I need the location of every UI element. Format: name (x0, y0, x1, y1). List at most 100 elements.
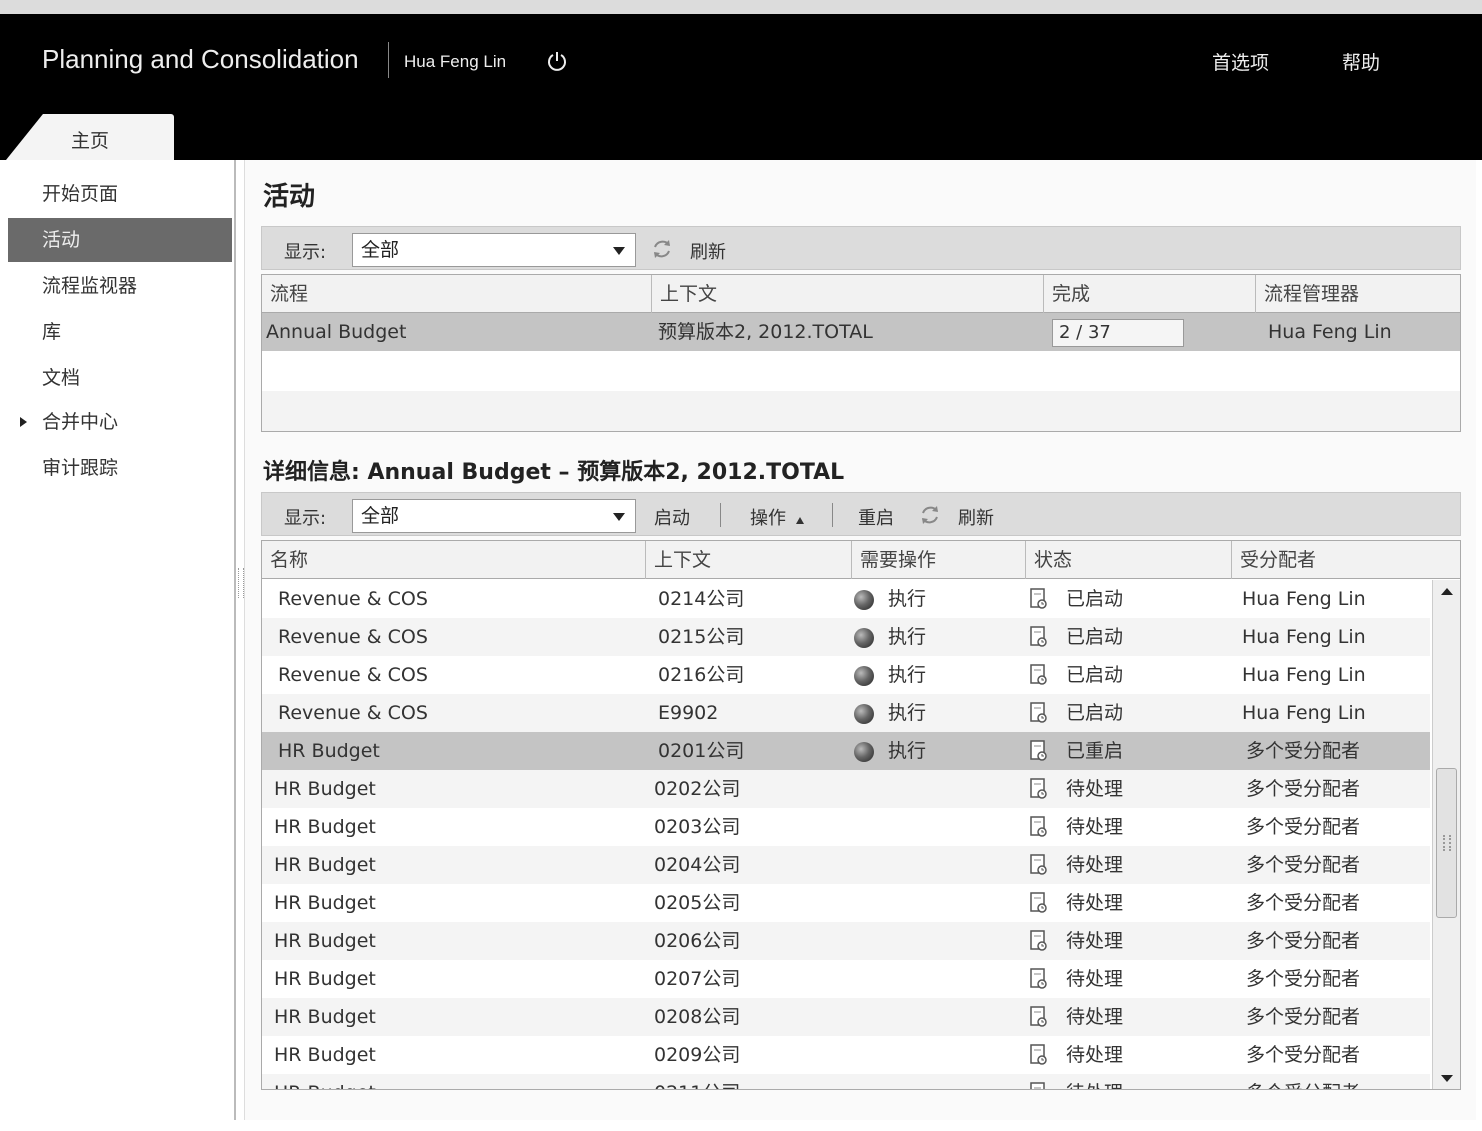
sidebar-item-label: 流程监视器 (42, 275, 138, 297)
required-action-link[interactable]: 执行 (888, 694, 926, 732)
document-status-icon (1030, 816, 1048, 838)
required-action-link[interactable]: 执行 (888, 580, 926, 618)
action-ball-icon (854, 666, 874, 686)
table-row[interactable]: HR Budget 0209公司 待处理 多个受分配者 (262, 1036, 1430, 1074)
column-header-process[interactable]: 流程 (262, 275, 652, 313)
sidebar-item-documents[interactable]: 文档 (8, 356, 232, 400)
help-link[interactable]: 帮助 (1342, 48, 1380, 75)
task-context: 0214公司 (658, 588, 745, 610)
table-row[interactable]: HR Budget 0204公司 待处理 多个受分配者 (262, 846, 1430, 884)
window-bottom-strip (0, 1120, 1482, 1131)
task-context: 0215公司 (658, 626, 745, 648)
refresh-icon[interactable] (918, 503, 942, 527)
refresh-button[interactable]: 刷新 (690, 238, 726, 264)
required-action-link[interactable]: 执行 (888, 656, 926, 694)
scroll-up-icon[interactable] (1441, 588, 1453, 595)
details-title: 详细信息: Annual Budget – 预算版本2, 2012.TOTAL (263, 460, 845, 485)
table-row[interactable]: Revenue & COS E9902 执行 已启动 Hua Feng Lin (262, 694, 1430, 732)
task-context: 0216公司 (658, 664, 745, 686)
task-context: 0201公司 (658, 740, 745, 762)
task-status: 待处理 (1066, 1044, 1124, 1066)
task-name: HR Budget (274, 1006, 376, 1028)
column-header-context[interactable]: 上下文 (646, 541, 852, 579)
sidebar-item-process-monitor[interactable]: 流程监视器 (8, 264, 232, 308)
chevron-down-icon (613, 513, 625, 521)
grip-icon (1443, 835, 1451, 851)
column-header-assignee[interactable]: 受分配者 (1232, 541, 1460, 579)
scroll-down-icon[interactable] (1441, 1075, 1453, 1082)
column-header-status[interactable]: 状态 (1026, 541, 1232, 579)
page-title: 活动 (263, 182, 316, 212)
document-status-icon (1030, 740, 1048, 762)
show-filter-value: 全部 (361, 239, 400, 261)
table-row[interactable]: Revenue & COS 0215公司 执行 已启动 Hua Feng Lin (262, 618, 1430, 656)
document-status-icon (1030, 778, 1048, 800)
details-show-filter-select[interactable]: 全部 (352, 499, 636, 533)
vertical-scrollbar[interactable] (1432, 580, 1460, 1089)
power-icon[interactable] (546, 50, 568, 72)
column-header-context[interactable]: 上下文 (652, 275, 1044, 313)
task-name: Revenue & COS (278, 626, 428, 648)
tab-home-label: 主页 (70, 130, 109, 152)
task-name: Revenue & COS (278, 588, 428, 610)
sidebar-item-library[interactable]: 库 (8, 310, 232, 354)
table-row[interactable]: HR Budget 0203公司 待处理 多个受分配者 (262, 808, 1430, 846)
process-context: 预算版本2, 2012.TOTAL (658, 321, 873, 343)
sidebar-item-label: 审计跟踪 (42, 457, 119, 479)
table-row[interactable]: Annual Budget 预算版本2, 2012.TOTAL 2 / 37 H… (262, 313, 1460, 351)
column-header-process-manager[interactable]: 流程管理器 (1256, 275, 1462, 313)
required-action-link[interactable]: 执行 (888, 618, 926, 656)
task-status: 已启动 (1066, 702, 1124, 724)
table-row[interactable]: HR Budget 0208公司 待处理 多个受分配者 (262, 998, 1430, 1036)
column-header-completion[interactable]: 完成 (1044, 275, 1256, 313)
header-divider (388, 42, 389, 78)
action-ball-icon (854, 704, 874, 724)
details-refresh-button[interactable]: 刷新 (958, 504, 994, 530)
table-row[interactable]: HR Budget 0205公司 待处理 多个受分配者 (262, 884, 1430, 922)
table-row[interactable]: HR Budget 0201公司 执行 已重启 多个受分配者 (262, 732, 1430, 770)
task-context: 0203公司 (654, 816, 741, 838)
main-content: 活动 显示: 全部 刷新 流程 上下文 完成 流程管理器 Annual Budg… (244, 160, 1476, 1122)
refresh-icon[interactable] (650, 237, 674, 261)
scrollbar-thumb[interactable] (1436, 768, 1457, 918)
table-row[interactable]: HR Budget 0206公司 待处理 多个受分配者 (262, 922, 1430, 960)
sidebar-item-start-page[interactable]: 开始页面 (8, 172, 232, 216)
sidebar-item-label: 合并中心 (42, 411, 119, 433)
task-assignee: 多个受分配者 (1246, 816, 1361, 838)
task-status: 待处理 (1066, 778, 1124, 800)
expand-arrow-icon[interactable] (20, 417, 27, 427)
document-status-icon (1030, 1006, 1048, 1028)
preferences-link[interactable]: 首选项 (1212, 48, 1269, 75)
table-row[interactable]: HR Budget 0202公司 待处理 多个受分配者 (262, 770, 1430, 808)
activities-toolbar: 显示: 全部 刷新 (261, 226, 1461, 270)
sidebar-item-audit-trail[interactable]: 审计跟踪 (8, 446, 232, 490)
column-header-name[interactable]: 名称 (262, 541, 646, 579)
document-status-icon (1030, 588, 1048, 610)
start-button[interactable]: 启动 (654, 504, 690, 530)
task-assignee: 多个受分配者 (1246, 1074, 1360, 1089)
table-row[interactable]: Revenue & COS 0216公司 执行 已启动 Hua Feng Lin (262, 656, 1430, 694)
chevron-down-icon (613, 247, 625, 255)
window-top-strip (0, 0, 1482, 14)
required-action-link[interactable]: 执行 (888, 732, 926, 770)
table-row[interactable]: Revenue & COS 0214公司 执行 已启动 Hua Feng Lin (262, 580, 1430, 618)
task-context: 0205公司 (654, 892, 741, 914)
sidebar-item-activities[interactable]: 活动 (8, 218, 232, 262)
show-filter-select[interactable]: 全部 (352, 233, 636, 267)
task-status: 待处理 (1066, 892, 1124, 914)
reopen-button[interactable]: 重启 (858, 504, 894, 530)
document-status-icon (1030, 892, 1048, 914)
document-status-icon (1030, 854, 1048, 876)
table-row[interactable]: HR Budget 0207公司 待处理 多个受分配者 (262, 960, 1430, 998)
table-row[interactable]: HR Budget 0211公司 待处理 多个受分配者 (262, 1074, 1430, 1089)
actions-menu-button[interactable]: 操作 (750, 504, 804, 530)
document-status-icon (1030, 1044, 1048, 1066)
toolbar-divider (720, 503, 721, 527)
tab-home[interactable]: 主页 (6, 114, 174, 160)
column-header-required-action[interactable]: 需要操作 (852, 541, 1026, 579)
sidebar-item-consolidation-center[interactable]: 合并中心 (8, 400, 232, 444)
task-assignee: 多个受分配者 (1246, 930, 1361, 952)
task-context: 0208公司 (654, 1006, 741, 1028)
sidebar-item-label: 活动 (42, 229, 81, 251)
document-status-icon (1030, 664, 1048, 686)
